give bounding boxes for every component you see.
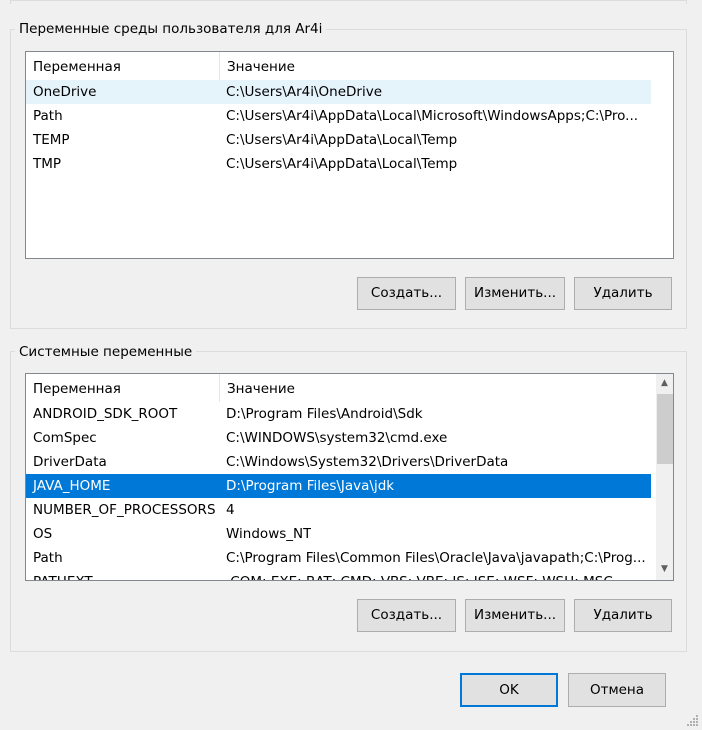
row-variable-name: TMP (33, 156, 62, 172)
row-variable-name: ComSpec (33, 430, 97, 446)
system-vars-list[interactable]: Переменная Значение ANDROID_SDK_ROOT D:\… (25, 373, 674, 581)
system-vars-group-label: Системные переменные (15, 343, 197, 361)
vertical-scrollbar[interactable]: ▲ ▼ (656, 374, 673, 580)
ok-button[interactable]: OK (460, 673, 558, 707)
row-variable-name: OneDrive (33, 84, 97, 100)
row-variable-name: PATHEXT (33, 570, 93, 580)
row-variable-name: NUMBER_OF_PROCESSORS (33, 502, 216, 518)
top-divider-right (686, 0, 687, 4)
row-variable-name: Path (33, 108, 63, 124)
row-variable-value: C:\WINDOWS\system32\cmd.exe (226, 430, 448, 446)
column-header-value[interactable]: Значение (220, 52, 295, 80)
row-variable-name: DriverData (33, 454, 107, 470)
table-row[interactable]: OS Windows_NT (26, 522, 651, 546)
row-variable-name: ANDROID_SDK_ROOT (33, 406, 178, 422)
user-edit-button[interactable]: Изменить... (465, 277, 565, 310)
column-header-value[interactable]: Значение (220, 374, 295, 402)
system-delete-button[interactable]: Удалить (574, 599, 672, 632)
table-row[interactable]: NUMBER_OF_PROCESSORS 4 (26, 498, 651, 522)
system-edit-button[interactable]: Изменить... (465, 599, 565, 632)
row-variable-name: JAVA_HOME (33, 478, 111, 494)
row-variable-value: C:\Windows\System32\Drivers\DriverData (226, 454, 509, 470)
row-variable-value: D:\Program Files\Java\jdk (226, 478, 395, 494)
row-variable-value: C:\Users\Ar4i\AppData\Local\Temp (226, 132, 458, 148)
user-vars-group-label: Переменные среды пользователя для Ar4i (15, 20, 327, 38)
cancel-button[interactable]: Отмена (568, 673, 666, 707)
row-variable-value: .COM;.EXE;.BAT;.CMD;.VBS;.VBE;.JS;.JSE;.… (226, 570, 613, 580)
table-row[interactable]: DriverData C:\Windows\System32\Drivers\D… (26, 450, 651, 474)
chevron-up-icon[interactable]: ▲ (656, 375, 673, 392)
user-new-button[interactable]: Создать... (357, 277, 456, 310)
row-variable-name: TEMP (33, 132, 70, 148)
column-header-variable[interactable]: Переменная (26, 52, 218, 80)
row-variable-value: Windows_NT (226, 526, 312, 542)
scrollbar-thumb[interactable] (657, 394, 673, 464)
table-row-selected[interactable]: JAVA_HOME D:\Program Files\Java\jdk (26, 474, 651, 498)
row-variable-value: D:\Program Files\Android\Sdk (226, 406, 423, 422)
top-divider (10, 0, 686, 1)
table-row[interactable]: ComSpec C:\WINDOWS\system32\cmd.exe (26, 426, 651, 450)
table-row[interactable]: ANDROID_SDK_ROOT D:\Program Files\Androi… (26, 402, 651, 426)
table-row[interactable]: TEMP C:\Users\Ar4i\AppData\Local\Temp (26, 128, 651, 152)
chevron-down-icon[interactable]: ▼ (656, 561, 673, 578)
system-vars-list-header: Переменная Значение (26, 374, 655, 402)
row-variable-name: Path (33, 550, 63, 566)
column-header-variable[interactable]: Переменная (26, 374, 218, 402)
user-vars-list-header: Переменная Значение (26, 52, 673, 80)
table-row[interactable]: PATHEXT .COM;.EXE;.BAT;.CMD;.VBS;.VBE;.J… (26, 570, 651, 580)
row-variable-value: C:\Users\Ar4i\OneDrive (226, 84, 383, 100)
top-divider-left (10, 0, 11, 4)
table-row[interactable]: TMP C:\Users\Ar4i\AppData\Local\Temp (26, 152, 651, 176)
row-variable-value: C:\Users\Ar4i\AppData\Local\Microsoft\Wi… (226, 108, 639, 124)
table-row[interactable]: Path C:\Program Files\Common Files\Oracl… (26, 546, 651, 570)
resize-grip-icon[interactable] (687, 715, 699, 727)
system-new-button[interactable]: Создать... (357, 599, 456, 632)
table-row[interactable]: Path C:\Users\Ar4i\AppData\Local\Microso… (26, 104, 651, 128)
row-variable-name: OS (33, 526, 53, 542)
row-variable-value: C:\Program Files\Common Files\Oracle\Jav… (226, 550, 646, 566)
user-delete-button[interactable]: Удалить (574, 277, 672, 310)
user-vars-list[interactable]: Переменная Значение OneDrive C:\Users\Ar… (25, 51, 674, 259)
row-variable-value: 4 (226, 502, 235, 518)
table-row[interactable]: OneDrive C:\Users\Ar4i\OneDrive (26, 80, 651, 104)
row-variable-value: C:\Users\Ar4i\AppData\Local\Temp (226, 156, 458, 172)
